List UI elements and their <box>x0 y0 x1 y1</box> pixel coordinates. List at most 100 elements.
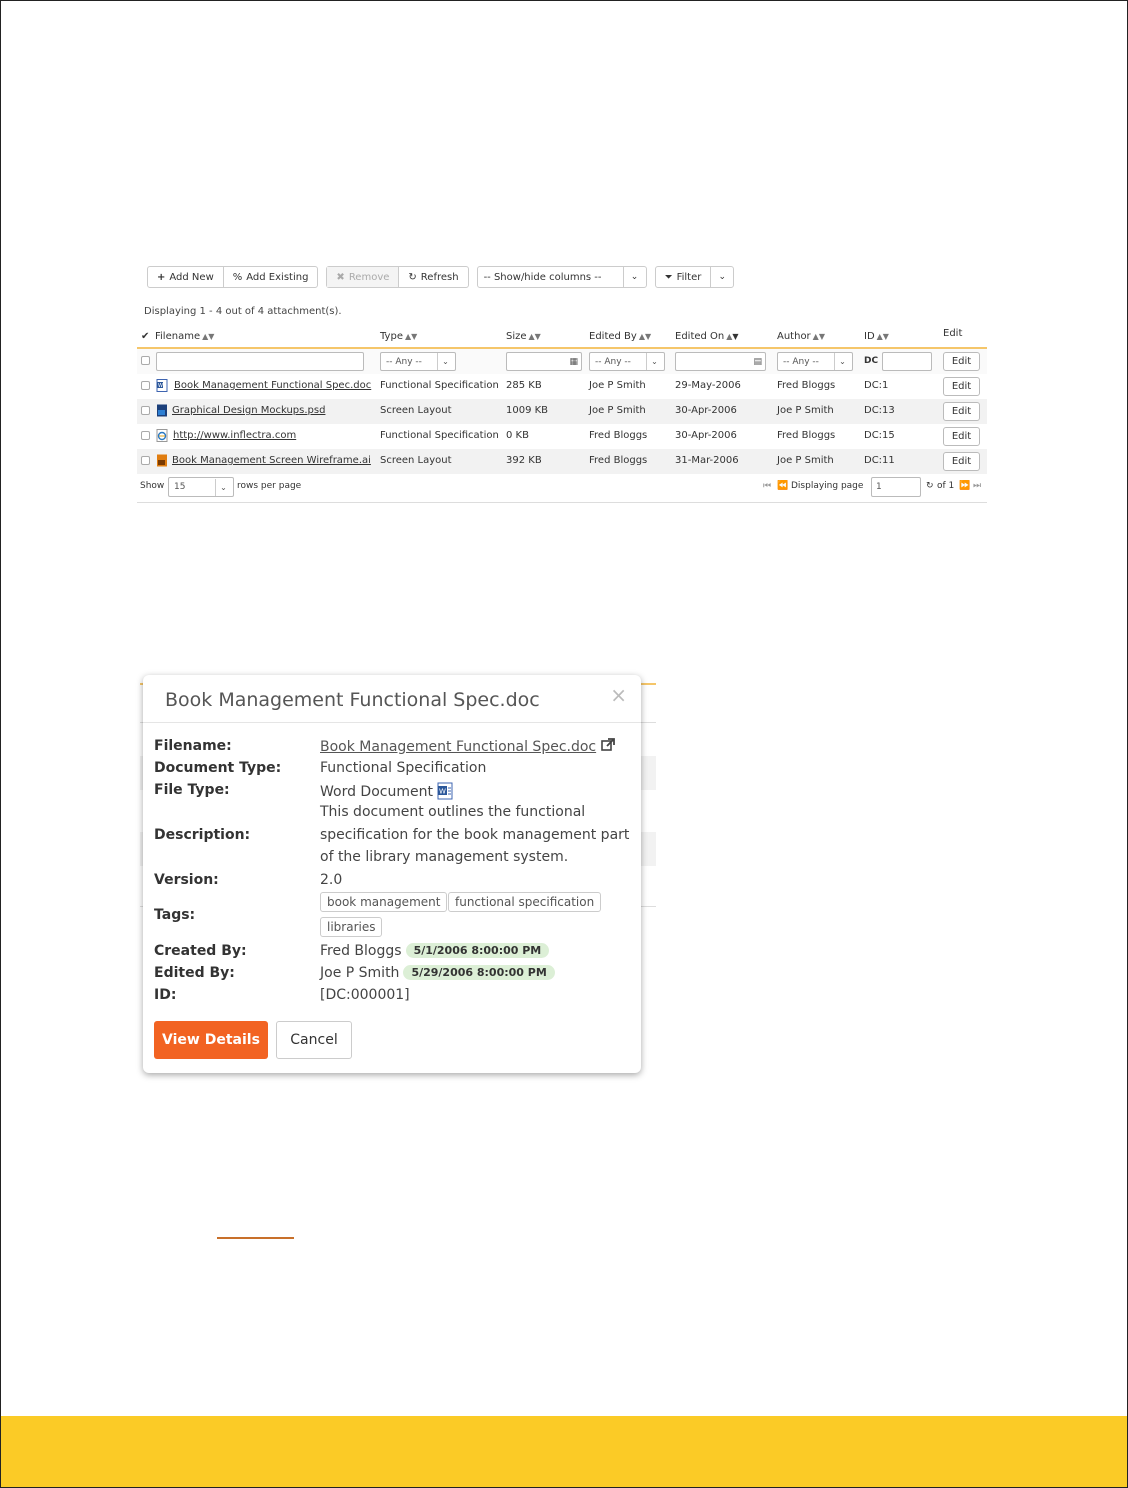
filename-link[interactable]: http://www.inflectra.com <box>173 430 296 441</box>
cancel-button[interactable]: Cancel <box>276 1021 352 1059</box>
column-header-label: Edited By <box>589 331 637 342</box>
filename-link[interactable]: Book Management Functional Spec.doc <box>174 380 371 391</box>
plus-icon: + <box>157 271 166 283</box>
sort-arrows-icon[interactable]: ▲▼ <box>202 332 214 341</box>
row-checkbox[interactable] <box>141 431 150 440</box>
size-filter-input[interactable]: ▦ <box>506 352 582 371</box>
svg-text:W: W <box>439 788 446 796</box>
add-existing-label: Add Existing <box>246 271 309 283</box>
column-header-edited-on[interactable]: Edited On ▲▼ <box>675 331 739 342</box>
refresh-label: Refresh <box>420 271 459 283</box>
sort-arrows-icon[interactable]: ▲▼ <box>639 332 651 341</box>
author-cell: Fred Bloggs <box>777 430 836 441</box>
description-label: Description: <box>154 827 251 843</box>
show-label: Show <box>140 481 165 491</box>
sort-arrows-icon[interactable]: ▲▼ <box>405 332 417 341</box>
author-filter-select[interactable]: -- Any -- ⌄ <box>777 352 853 371</box>
filter-button[interactable]: ⏷ Filter <box>656 267 712 287</box>
show-hide-dropdown-button[interactable]: ⌄ <box>624 267 646 287</box>
chevron-down-icon: ⌄ <box>646 353 662 370</box>
photoshop-file-icon <box>157 404 167 417</box>
document-type-label: Document Type: <box>154 760 282 776</box>
add-new-button[interactable]: + Add New <box>148 267 224 287</box>
row-checkbox[interactable] <box>141 381 150 390</box>
next-page-icon[interactable]: ⏩ <box>959 481 970 491</box>
filename-label: Filename: <box>154 738 232 754</box>
tag-badge[interactable]: book management <box>320 892 448 912</box>
type-filter-select[interactable]: -- Any -- ⌄ <box>380 352 456 371</box>
size-cell: 285 KB <box>506 380 542 391</box>
id-label: ID: <box>154 987 177 1003</box>
sort-desc-icon[interactable]: ▲▼ <box>726 332 738 341</box>
row-edit-button[interactable]: Edit <box>943 427 980 446</box>
filename-link[interactable]: Graphical Design Mockups.psd <box>172 405 325 416</box>
calendar-icon[interactable]: ▤ <box>753 357 762 367</box>
close-icon[interactable]: × <box>610 683 627 707</box>
filter-dropdown-button[interactable]: ⌄ <box>711 267 733 287</box>
edited-on-cell: 29-May-2006 <box>675 380 741 391</box>
remove-label: Remove <box>348 271 390 283</box>
type-cell: Screen Layout <box>380 405 452 416</box>
filename-link[interactable]: Book Management Screen Wireframe.ai <box>172 455 371 466</box>
calculator-icon[interactable]: ▦ <box>569 357 578 367</box>
column-header-filename[interactable]: Filename ▲▼ <box>155 331 214 342</box>
column-header-edited-by[interactable]: Edited By ▲▼ <box>589 331 651 342</box>
column-header-label: Author <box>777 331 811 342</box>
page-number-value: 1 <box>876 482 882 492</box>
tag-badge[interactable]: functional specification <box>448 892 602 912</box>
page-count-label: of 1 <box>937 481 955 491</box>
external-link-icon[interactable] <box>600 738 616 752</box>
author-cell: Joe P Smith <box>777 455 834 466</box>
size-cell: 0 KB <box>506 430 529 441</box>
id-filter-input[interactable] <box>882 352 932 371</box>
web-link-icon <box>156 429 168 442</box>
rows-per-page-label: rows per page <box>237 481 302 491</box>
column-header-type[interactable]: Type ▲▼ <box>380 331 417 342</box>
illustrator-file-icon <box>157 454 167 467</box>
edited-by-value: Joe P Smith 5/29/2006 8:00:00 PM <box>320 965 555 981</box>
funnel-icon: ⏷ <box>664 271 673 283</box>
row-edit-button[interactable]: Edit <box>943 402 980 421</box>
tag-badge[interactable]: libraries <box>320 917 383 937</box>
refresh-button[interactable]: ↻ Refresh <box>399 267 467 287</box>
column-header-id[interactable]: ID ▲▼ <box>864 331 889 342</box>
add-existing-button[interactable]: % Add Existing <box>224 267 318 287</box>
edited-by-filter-select[interactable]: -- Any -- ⌄ <box>589 352 665 371</box>
sort-arrows-icon[interactable]: ▲▼ <box>877 332 889 341</box>
filename-filter-input[interactable] <box>156 352 364 371</box>
chevron-down-icon: ⌄ <box>630 272 639 282</box>
column-header-label: Size <box>506 331 527 342</box>
row-edit-button[interactable]: Edit <box>943 452 980 471</box>
column-header-edit: Edit <box>943 328 963 339</box>
view-details-button[interactable]: View Details <box>154 1021 268 1059</box>
remove-button[interactable]: ✖ Remove <box>327 267 400 287</box>
table-row: Graphical Design Mockups.psd Screen Layo… <box>137 399 987 424</box>
type-cell: Functional Specification <box>380 430 499 441</box>
row-checkbox[interactable] <box>141 456 150 465</box>
select-all-check-icon[interactable]: ✔ <box>141 331 149 342</box>
id-cell: DC:15 <box>864 430 895 441</box>
filter-button-group: ⏷ Filter ⌄ <box>654 266 735 288</box>
filename-link[interactable]: Book Management Functional Spec.doc <box>320 739 596 755</box>
column-header-author[interactable]: Author ▲▼ <box>777 331 825 342</box>
last-page-icon[interactable]: ⏭ <box>973 481 981 491</box>
filter-row-checkbox[interactable] <box>141 356 150 365</box>
previous-page-icon[interactable]: ⏪ <box>777 481 788 491</box>
svg-text:W: W <box>158 383 163 389</box>
show-hide-columns-select[interactable]: -- Show/hide columns -- ⌄ <box>476 266 647 288</box>
filter-edit-button[interactable]: Edit <box>943 352 980 371</box>
first-page-icon[interactable]: ⏮ <box>763 481 771 491</box>
table-row: Book Management Screen Wireframe.ai Scre… <box>137 449 987 474</box>
refresh-icon[interactable]: ↻ <box>926 481 934 491</box>
created-by-name: Fred Bloggs <box>320 943 402 959</box>
edited-on-filter-input[interactable]: ▤ <box>675 352 766 371</box>
rows-per-page-value: 15 <box>174 482 186 492</box>
file-type-text: Word Document <box>320 784 433 800</box>
page-number-input[interactable]: 1 <box>871 477 921 497</box>
row-checkbox[interactable] <box>141 406 150 415</box>
row-edit-button[interactable]: Edit <box>943 377 980 396</box>
sort-arrows-icon[interactable]: ▲▼ <box>529 332 541 341</box>
column-header-size[interactable]: Size ▲▼ <box>506 331 541 342</box>
rows-per-page-select[interactable]: 15 ⌄ <box>168 477 234 497</box>
sort-arrows-icon[interactable]: ▲▼ <box>813 332 825 341</box>
